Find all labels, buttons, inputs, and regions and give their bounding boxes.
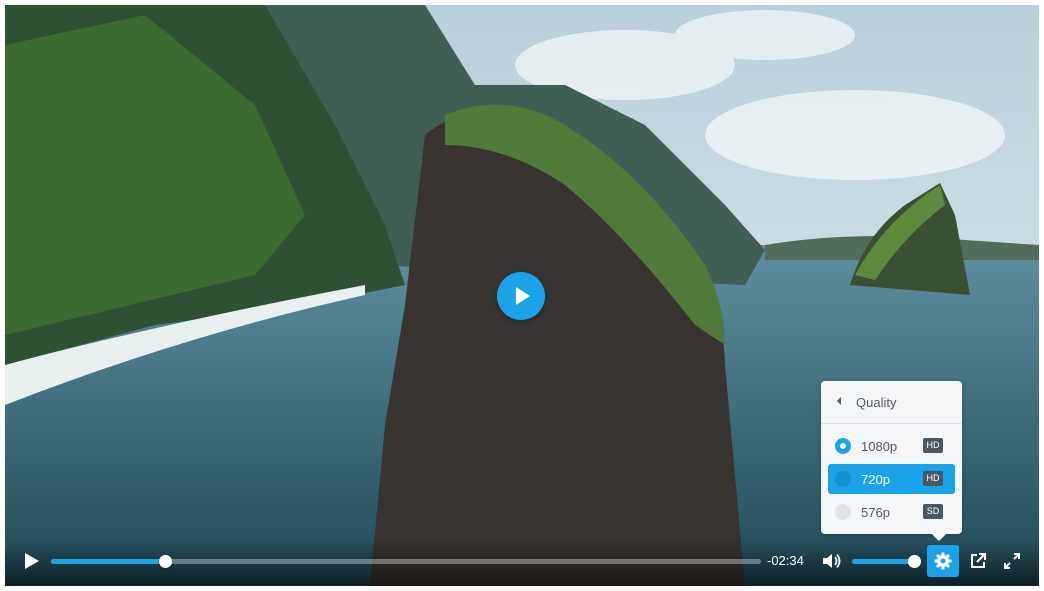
quality-badge: HD [923, 471, 943, 486]
quality-menu-back[interactable]: Quality [821, 381, 962, 424]
radio-checked-icon [835, 438, 851, 454]
quality-badge: SD [923, 504, 943, 519]
big-play-button[interactable] [497, 272, 545, 320]
volume-icon [823, 553, 841, 569]
volume-fill [852, 559, 914, 564]
radio-icon [835, 471, 851, 487]
play-button[interactable] [15, 545, 47, 577]
gear-icon [934, 552, 952, 570]
fullscreen-button[interactable] [996, 545, 1028, 577]
external-link-icon [971, 553, 986, 568]
time-remaining: -02:34 [767, 553, 804, 568]
quality-option-720p[interactable]: 720p HD [828, 464, 955, 494]
radio-icon [835, 504, 851, 520]
popout-button[interactable] [962, 545, 994, 577]
progress-thumb[interactable] [158, 555, 172, 568]
video-player[interactable]: -02:34 Quality 1080p HD 720p HD 576p SD [5, 5, 1039, 586]
quality-option-1080p[interactable]: 1080p HD [828, 431, 955, 461]
quality-menu-title: Quality [856, 395, 897, 410]
quality-option-label: 720p [861, 472, 890, 487]
mute-button[interactable] [815, 545, 847, 577]
quality-badge: HD [923, 438, 943, 453]
quality-option-576p[interactable]: 576p SD [828, 497, 955, 527]
play-icon [25, 553, 39, 569]
volume-slider[interactable] [852, 555, 921, 568]
progress-fill [51, 559, 165, 564]
play-icon [516, 287, 530, 305]
fullscreen-icon [1004, 553, 1020, 569]
caret-left-icon [837, 397, 841, 405]
quality-option-label: 576p [861, 505, 890, 520]
settings-button[interactable] [927, 545, 959, 577]
volume-thumb[interactable] [908, 555, 921, 568]
progress-bar[interactable] [51, 555, 761, 568]
quality-option-label: 1080p [861, 439, 898, 454]
quality-menu: Quality 1080p HD 720p HD 576p SD [821, 381, 962, 534]
